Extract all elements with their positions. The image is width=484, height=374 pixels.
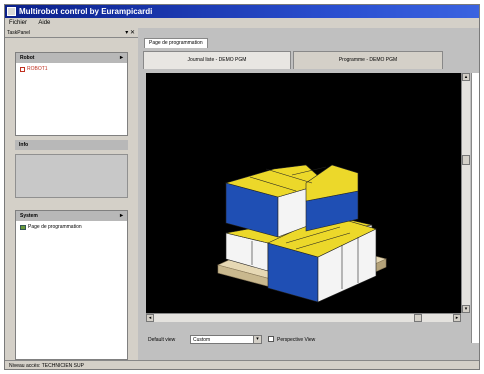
system-list-item[interactable]: Page de programmation [16, 221, 127, 233]
menu-aide[interactable]: Aide [38, 20, 50, 26]
menu-fichier[interactable]: Fichier [9, 20, 27, 26]
vertical-scroll-thumb[interactable] [462, 155, 470, 165]
status-bar: Niveau accès: TECHNICIEN SUP [5, 360, 479, 369]
menu-bar: Fichier Aide [5, 18, 479, 28]
taskpanel-controls[interactable]: ▾ ✕ [125, 28, 135, 38]
box-stack [224, 164, 377, 303]
scroll-right-icon[interactable]: ▸ [453, 314, 461, 322]
info-panel-body [15, 154, 128, 198]
main-tab-row: Page de programmation [138, 38, 479, 48]
perspective-view-label: Perspective View [277, 337, 316, 343]
system-panel-title: System [20, 213, 38, 219]
default-view-label: Default view [148, 337, 176, 343]
robot-item-label: ROBOT1 [27, 66, 48, 72]
pallet-3d-render [217, 164, 387, 303]
status-text: Niveau accès: TECHNICIEN SUP [9, 363, 84, 369]
system-panel-header[interactable]: System ▸ [16, 211, 127, 221]
tab-programming-page[interactable]: Page de programmation [144, 38, 208, 48]
robot-list-item[interactable]: ROBOT1 [16, 63, 127, 75]
robot-panel-title: Robot [20, 55, 35, 61]
app-window: Multirobot control by Eurampicardi Fichi… [4, 4, 480, 370]
system-item-label: Page de programmation [28, 224, 82, 230]
scroll-up-icon[interactable]: ▴ [462, 73, 470, 81]
horizontal-scroll-thumb[interactable] [414, 314, 422, 322]
collapse-icon[interactable]: ▸ [120, 211, 123, 221]
system-panel: System ▸ Page de programmation [15, 210, 128, 360]
robot-panel-header[interactable]: Robot ▸ [16, 53, 127, 63]
app-icon [7, 7, 16, 16]
collapse-icon[interactable]: ▸ [120, 53, 123, 63]
window-title: Multirobot control by Eurampicardi [19, 7, 153, 16]
viewport-horizontal-scrollbar[interactable]: ◂ ▸ [146, 313, 461, 322]
scroll-left-icon[interactable]: ◂ [146, 314, 154, 322]
info-panel: Info [15, 140, 128, 202]
default-view-value: Custom [193, 337, 211, 343]
programming-page-icon [20, 224, 26, 230]
taskpanel-label: TaskPanel [7, 30, 31, 36]
robot-panel: Robot ▸ ROBOT1 [15, 52, 128, 136]
chevron-down-icon[interactable]: ▾ [253, 336, 261, 343]
viewport-vertical-scrollbar[interactable]: ▴ ▾ [461, 73, 470, 313]
right-side-panel [471, 73, 479, 343]
title-bar[interactable]: Multirobot control by Eurampicardi [5, 5, 479, 18]
taskpanel-header: TaskPanel ▾ ✕ [5, 28, 138, 38]
task-panel: Robot ▸ ROBOT1 Info System ▸ Page de pro… [5, 38, 138, 360]
tab-program[interactable]: Programme - DEMO PGM [293, 51, 443, 69]
view-controls: Default view Custom ▾ Perspective View [146, 333, 461, 345]
scroll-down-icon[interactable]: ▾ [462, 305, 470, 313]
info-panel-header[interactable]: Info [15, 140, 128, 150]
subtab-row: Journal liste - DEMO PGM Programme - DEM… [143, 48, 463, 69]
robot-icon [20, 66, 25, 72]
perspective-view-checkbox[interactable] [268, 336, 274, 342]
3d-viewport[interactable] [146, 73, 461, 313]
info-panel-title: Info [19, 142, 29, 148]
tab-journal-list[interactable]: Journal liste - DEMO PGM [143, 51, 291, 69]
default-view-select[interactable]: Custom ▾ [190, 335, 262, 344]
